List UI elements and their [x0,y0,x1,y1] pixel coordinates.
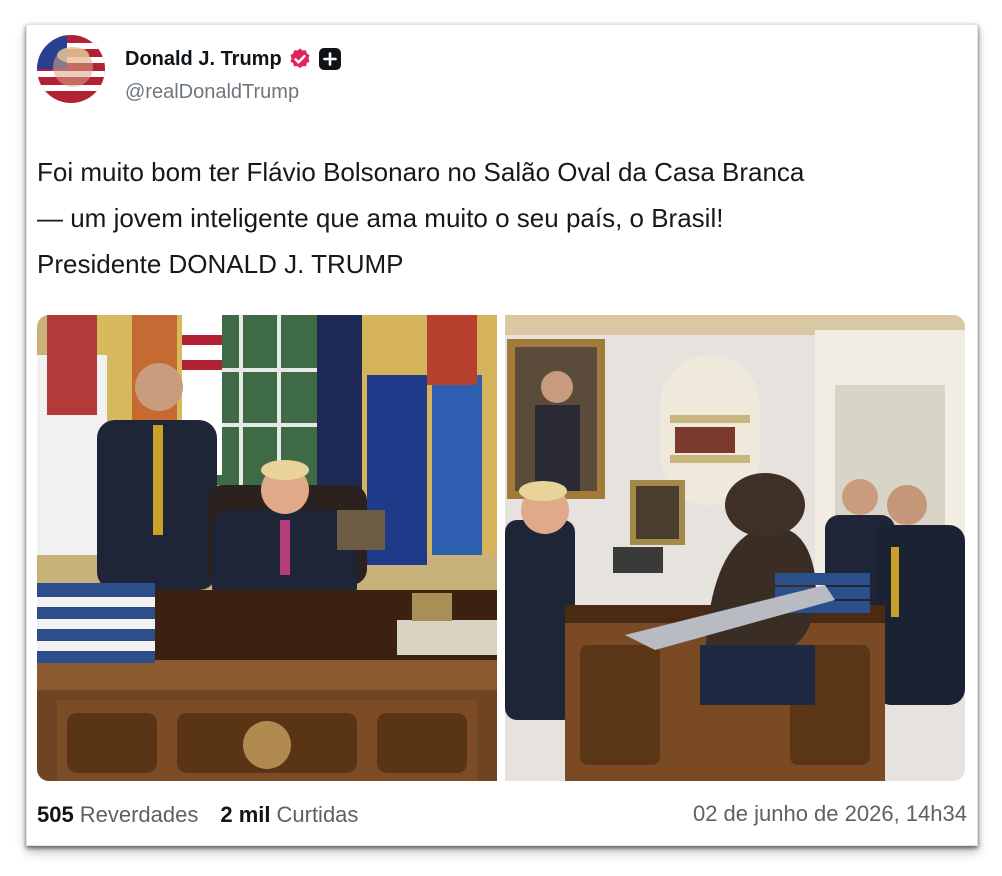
post-timestamp[interactable]: 02 de junho de 2026, 14h34 [693,801,967,827]
author-handle[interactable]: @realDonaldTrump [125,81,299,104]
verified-badge-icon [290,48,310,69]
author-row: Donald J. Trump [125,47,342,71]
reposts-stat[interactable]: 505 Reverdades [37,802,198,828]
avatar-image [37,35,105,103]
post-image-left[interactable] [37,315,497,781]
follow-plus-icon[interactable] [318,47,342,71]
likes-count: 2 mil [220,802,271,827]
reposts-count: 505 [37,802,74,827]
post-footer: 505 Reverdades 2 mil Curtidas 02 de junho … [37,799,967,831]
author-name[interactable]: Donald J. Trump [125,48,282,71]
post-header: Donald J. Trump @realDonaldTrump [37,35,937,107]
likes-stat[interactable]: 2 mil Curtidas [220,802,358,828]
post-image-right[interactable] [505,315,965,781]
likes-label: Curtidas [276,802,359,827]
avatar[interactable] [37,35,105,103]
post-text: Foi muito bom ter Flávio Bolsonaro no Sa… [37,157,805,279]
reposts-label: Reverdades [79,802,199,827]
post-card: Donald J. Trump @realDonaldTrump Foi mui… [26,24,978,846]
